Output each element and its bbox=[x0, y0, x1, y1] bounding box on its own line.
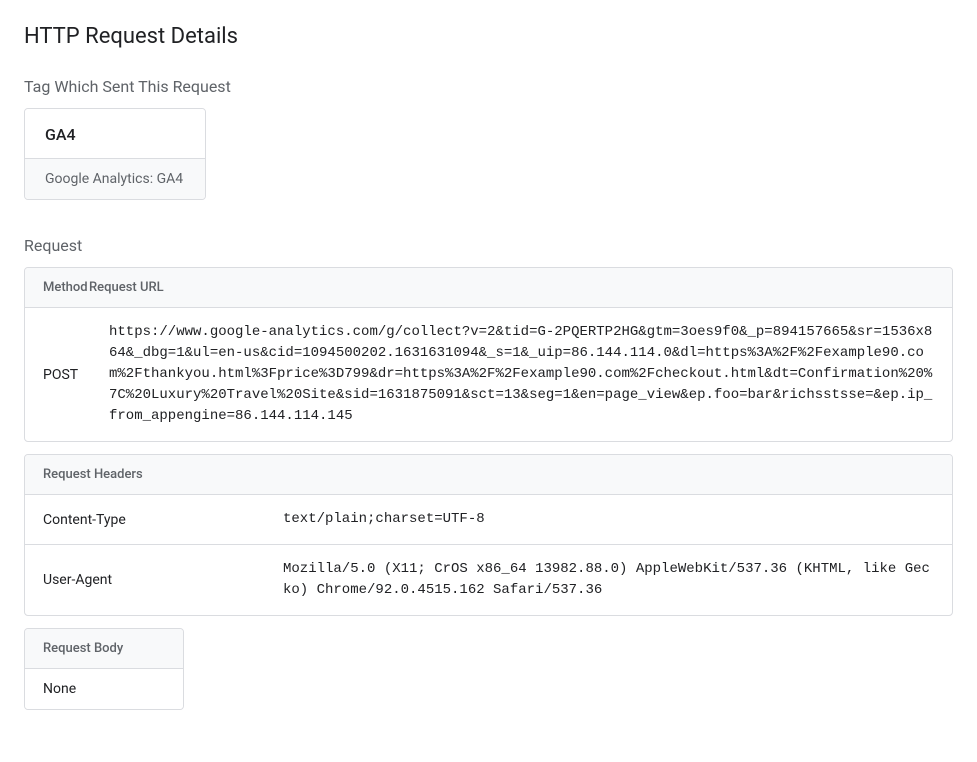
request-table: Method Request URL POST https://www.goog… bbox=[24, 267, 953, 442]
table-row: Content-Type text/plain;charset=UTF-8 bbox=[25, 495, 952, 545]
request-headers-table: Request Headers Content-Type text/plain;… bbox=[24, 454, 953, 616]
tag-card[interactable]: GA4 Google Analytics: GA4 bbox=[24, 108, 206, 200]
request-section-title: Request bbox=[24, 236, 953, 255]
header-name: Content-Type bbox=[25, 498, 265, 542]
request-headers-title: Request Headers bbox=[25, 455, 952, 494]
header-name: User-Agent bbox=[25, 558, 265, 602]
page-title: HTTP Request Details bbox=[24, 24, 953, 49]
request-url[interactable]: https://www.google-analytics.com/g/colle… bbox=[105, 308, 952, 441]
header-value[interactable]: text/plain;charset=UTF-8 bbox=[265, 495, 952, 544]
request-method: POST bbox=[25, 353, 105, 397]
method-column-header: Method bbox=[25, 268, 85, 307]
section-request: Request Method Request URL POST https://… bbox=[24, 236, 953, 714]
tag-card-name: GA4 bbox=[25, 109, 205, 158]
request-body-title: Request Body bbox=[25, 629, 183, 669]
section-tag-which-sent: Tag Which Sent This Request GA4 Google A… bbox=[24, 77, 953, 236]
tag-section-title: Tag Which Sent This Request bbox=[24, 77, 953, 96]
table-header-row: Method Request URL bbox=[25, 268, 952, 308]
request-body-value: None bbox=[25, 669, 183, 709]
table-row: User-Agent Mozilla/5.0 (X11; CrOS x86_64… bbox=[25, 545, 952, 615]
table-header-row: Request Headers bbox=[25, 455, 952, 495]
url-column-header: Request URL bbox=[85, 268, 952, 307]
request-body-table: Request Body None bbox=[24, 628, 184, 710]
table-row: POST https://www.google-analytics.com/g/… bbox=[25, 308, 952, 441]
header-value[interactable]: Mozilla/5.0 (X11; CrOS x86_64 13982.88.0… bbox=[265, 545, 952, 615]
tag-card-type: Google Analytics: GA4 bbox=[25, 158, 205, 199]
